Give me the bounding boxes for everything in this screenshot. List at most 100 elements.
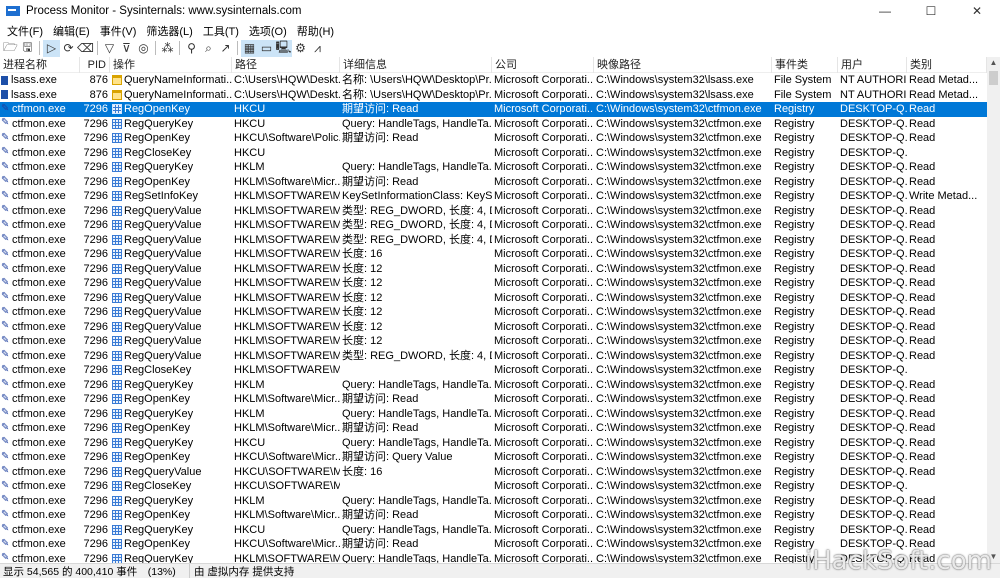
column-header-event-class[interactable]: 事件类 — [772, 57, 838, 73]
cell-user: DESKTOP-Q... — [840, 407, 907, 420]
table-row[interactable]: ✎ ctfmon.exe 7296 RegQueryKey HKLM Query: Han… — [0, 378, 987, 393]
table-row[interactable]: ✎ ctfmon.exe 7296 RegCloseKey HKCU\SOFTWARE\… — [0, 479, 987, 494]
column-header-pid[interactable]: PID — [80, 57, 110, 73]
cell-pid: 7296 — [83, 451, 108, 463]
process-tree-icon[interactable]: ⁂ — [159, 40, 176, 57]
jump-to-icon[interactable]: ↗ — [217, 40, 234, 57]
table-row[interactable]: ✎ ctfmon.exe 7296 RegCloseKey HKCU Microsoft … — [0, 146, 987, 161]
table-row[interactable]: ✎ ctfmon.exe 7296 RegQueryValue HKLM\SOFTWAR… — [0, 276, 987, 291]
process-name-text: ctfmon.exe — [12, 378, 66, 391]
filesystem-activity-icon[interactable]: ▭ — [258, 39, 275, 57]
table-row[interactable]: lsass.exe 876 QueryNameInformati... C:\User… — [0, 88, 987, 103]
registry-activity-icon[interactable]: ▦ — [241, 39, 258, 57]
menu-item[interactable]: 文件(F) — [2, 23, 48, 39]
table-row[interactable]: ✎ ctfmon.exe 7296 RegQueryKey HKLM Query: Han… — [0, 407, 987, 422]
capture-icon[interactable]: ▷ — [43, 39, 60, 57]
table-row[interactable]: ✎ ctfmon.exe 7296 RegOpenKey HKCU\Software\P… — [0, 131, 987, 146]
table-row[interactable]: ✎ ctfmon.exe 7296 RegQueryKey HKLM Query: Han… — [0, 160, 987, 175]
table-row[interactable]: lsass.exe 876 QueryNameInformati... C:\User… — [0, 73, 987, 88]
column-header-detail[interactable]: 详细信息 — [340, 57, 492, 73]
cell-process-name: ✎ ctfmon.exe — [0, 160, 80, 175]
table-row[interactable]: ✎ ctfmon.exe 7296 RegOpenKey HKLM\Software\M… — [0, 421, 987, 436]
network-activity-icon[interactable]: 🖳 — [275, 39, 292, 57]
menu-item[interactable]: 工具(T) — [198, 23, 244, 39]
table-row[interactable]: ✎ ctfmon.exe 7296 RegQueryKey HKCU Query: Han… — [0, 436, 987, 451]
lsass-process-icon — [1, 75, 8, 85]
cell-company: Microsoft Corporati... — [494, 291, 594, 304]
column-header-category[interactable]: 类别 — [907, 57, 987, 73]
table-row[interactable]: ✎ ctfmon.exe 7296 RegQueryKey HKCU Query: Han… — [0, 117, 987, 132]
profiling-icon[interactable]: ⩘ — [309, 40, 326, 57]
table-row[interactable]: ✎ ctfmon.exe 7296 RegQueryValue HKLM\SOFTWAR… — [0, 291, 987, 306]
menu-item[interactable]: 编辑(E) — [48, 23, 95, 39]
table-row[interactable]: ✎ ctfmon.exe 7296 RegSetInfoKey HKLM\SOFTWAR… — [0, 189, 987, 204]
operation-text: QueryNameInformati... — [124, 74, 232, 86]
properties-icon[interactable]: ⚲ — [183, 40, 200, 57]
process-name-text: ctfmon.exe — [12, 219, 66, 231]
table-row[interactable]: ✎ ctfmon.exe 7296 RegQueryValue HKLM\SOFTWAR… — [0, 334, 987, 349]
table-row[interactable]: ✎ ctfmon.exe 7296 RegCloseKey HKLM\SOFTWARE\… — [0, 363, 987, 378]
cell-user: DESKTOP-Q... — [840, 175, 907, 188]
menu-item[interactable]: 帮助(H) — [292, 23, 339, 39]
cell-path: HKCU\Software\Micr... — [234, 451, 340, 463]
table-row[interactable]: ✎ ctfmon.exe 7296 RegQueryKey HKLM Query: Han… — [0, 494, 987, 509]
table-row[interactable]: ✎ ctfmon.exe 7296 RegOpenKey HKCU 期望访问: Read M… — [0, 102, 987, 117]
cell-category: Read — [909, 248, 936, 260]
table-row[interactable]: ✎ ctfmon.exe 7296 RegQueryValue HKLM\SOFTWAR… — [0, 262, 987, 277]
column-header-process[interactable]: 进程名称 — [0, 57, 80, 73]
process-activity-icon[interactable]: ⚙ — [292, 40, 309, 57]
include-process-icon[interactable]: ◎ — [135, 40, 152, 57]
cell-image-path: C:\Windows\system32\ctfmon.exe — [596, 494, 762, 507]
column-header-user[interactable]: 用户 — [838, 57, 907, 73]
filter-icon[interactable]: ▽ — [101, 40, 118, 57]
open-icon[interactable]: 🗁 — [2, 40, 19, 57]
scroll-up-icon[interactable]: ▲ — [987, 57, 1000, 69]
table-row[interactable]: ✎ ctfmon.exe 7296 RegQueryKey HKCU Query: Han… — [0, 523, 987, 538]
table-row[interactable]: ✎ ctfmon.exe 7296 RegQueryValue HKLM\SOFTWAR… — [0, 233, 987, 248]
find-icon[interactable]: ⌕ — [200, 40, 217, 57]
table-row[interactable]: ✎ ctfmon.exe 7296 RegOpenKey HKLM\Software\M… — [0, 175, 987, 190]
menu-item[interactable]: 事件(V) — [95, 23, 142, 39]
highlight-icon[interactable]: ⊽ — [118, 40, 135, 57]
minimize-button[interactable]: — — [862, 0, 908, 22]
cell-operation: RegOpenKey — [110, 537, 232, 552]
registry-icon — [112, 510, 122, 521]
column-header-path[interactable]: 路径 — [232, 57, 340, 73]
window-controls: — ☐ ✕ — [862, 0, 1000, 22]
column-header-operation[interactable]: 操作 — [110, 57, 232, 73]
cell-user: DESKTOP-Q... — [840, 262, 907, 275]
process-name-text: ctfmon.exe — [12, 190, 66, 202]
table-row[interactable]: ✎ ctfmon.exe 7296 RegQueryValue HKLM\SOFTWAR… — [0, 305, 987, 320]
scrollbar-thumb[interactable] — [989, 71, 998, 85]
cell-event-class: Registry — [774, 320, 815, 333]
menu-item[interactable]: 选项(O) — [244, 23, 292, 39]
cell-image-path: C:\Windows\system32\ctfmon.exe — [596, 523, 762, 536]
vertical-scrollbar[interactable]: ▲ ▼ — [987, 57, 1000, 563]
table-row[interactable]: ✎ ctfmon.exe 7296 RegOpenKey HKLM\Software\M… — [0, 508, 987, 523]
operation-text: RegQueryValue — [124, 219, 202, 231]
autoscroll-icon[interactable]: ⟳ — [60, 40, 77, 57]
column-header-company[interactable]: 公司 — [492, 57, 594, 73]
column-header-image-path[interactable]: 映像路径 — [594, 57, 772, 73]
table-row[interactable]: ✎ ctfmon.exe 7296 RegQueryValue HKLM\SOFTWAR… — [0, 247, 987, 262]
cell-event-class: Registry — [774, 146, 815, 159]
close-button[interactable]: ✕ — [954, 0, 1000, 22]
watermark: iHackSoft.com — [804, 546, 992, 576]
cell-user: DESKTOP-Q... — [840, 320, 907, 333]
clear-icon[interactable]: ⌫ — [77, 40, 94, 57]
cell-image-path: C:\Windows\system32\ctfmon.exe — [596, 538, 762, 550]
save-icon[interactable]: 🖫 — [19, 40, 36, 57]
cell-path: HKLM — [234, 494, 265, 507]
table-row[interactable]: ✎ ctfmon.exe 7296 RegQueryValue HKCU\SOFTWAR… — [0, 465, 987, 480]
table-row[interactable]: ✎ ctfmon.exe 7296 RegOpenKey HKCU\Software\M… — [0, 450, 987, 465]
table-row[interactable]: ✎ ctfmon.exe 7296 RegQueryValue HKLM\SOFTWAR… — [0, 320, 987, 335]
table-row[interactable]: ✎ ctfmon.exe 7296 RegQueryValue HKLM\SOFTWAR… — [0, 349, 987, 364]
cell-event-class: File System — [774, 88, 832, 101]
maximize-button[interactable]: ☐ — [908, 0, 954, 22]
cell-pid: 7296 — [83, 422, 108, 434]
menu-item[interactable]: 筛选器(L) — [141, 23, 197, 39]
table-row[interactable]: ✎ ctfmon.exe 7296 RegOpenKey HKLM\Software\M… — [0, 392, 987, 407]
cell-detail — [340, 146, 492, 161]
table-row[interactable]: ✎ ctfmon.exe 7296 RegQueryValue HKLM\SOFTWAR… — [0, 204, 987, 219]
table-row[interactable]: ✎ ctfmon.exe 7296 RegQueryValue HKLM\SOFTWAR… — [0, 218, 987, 233]
